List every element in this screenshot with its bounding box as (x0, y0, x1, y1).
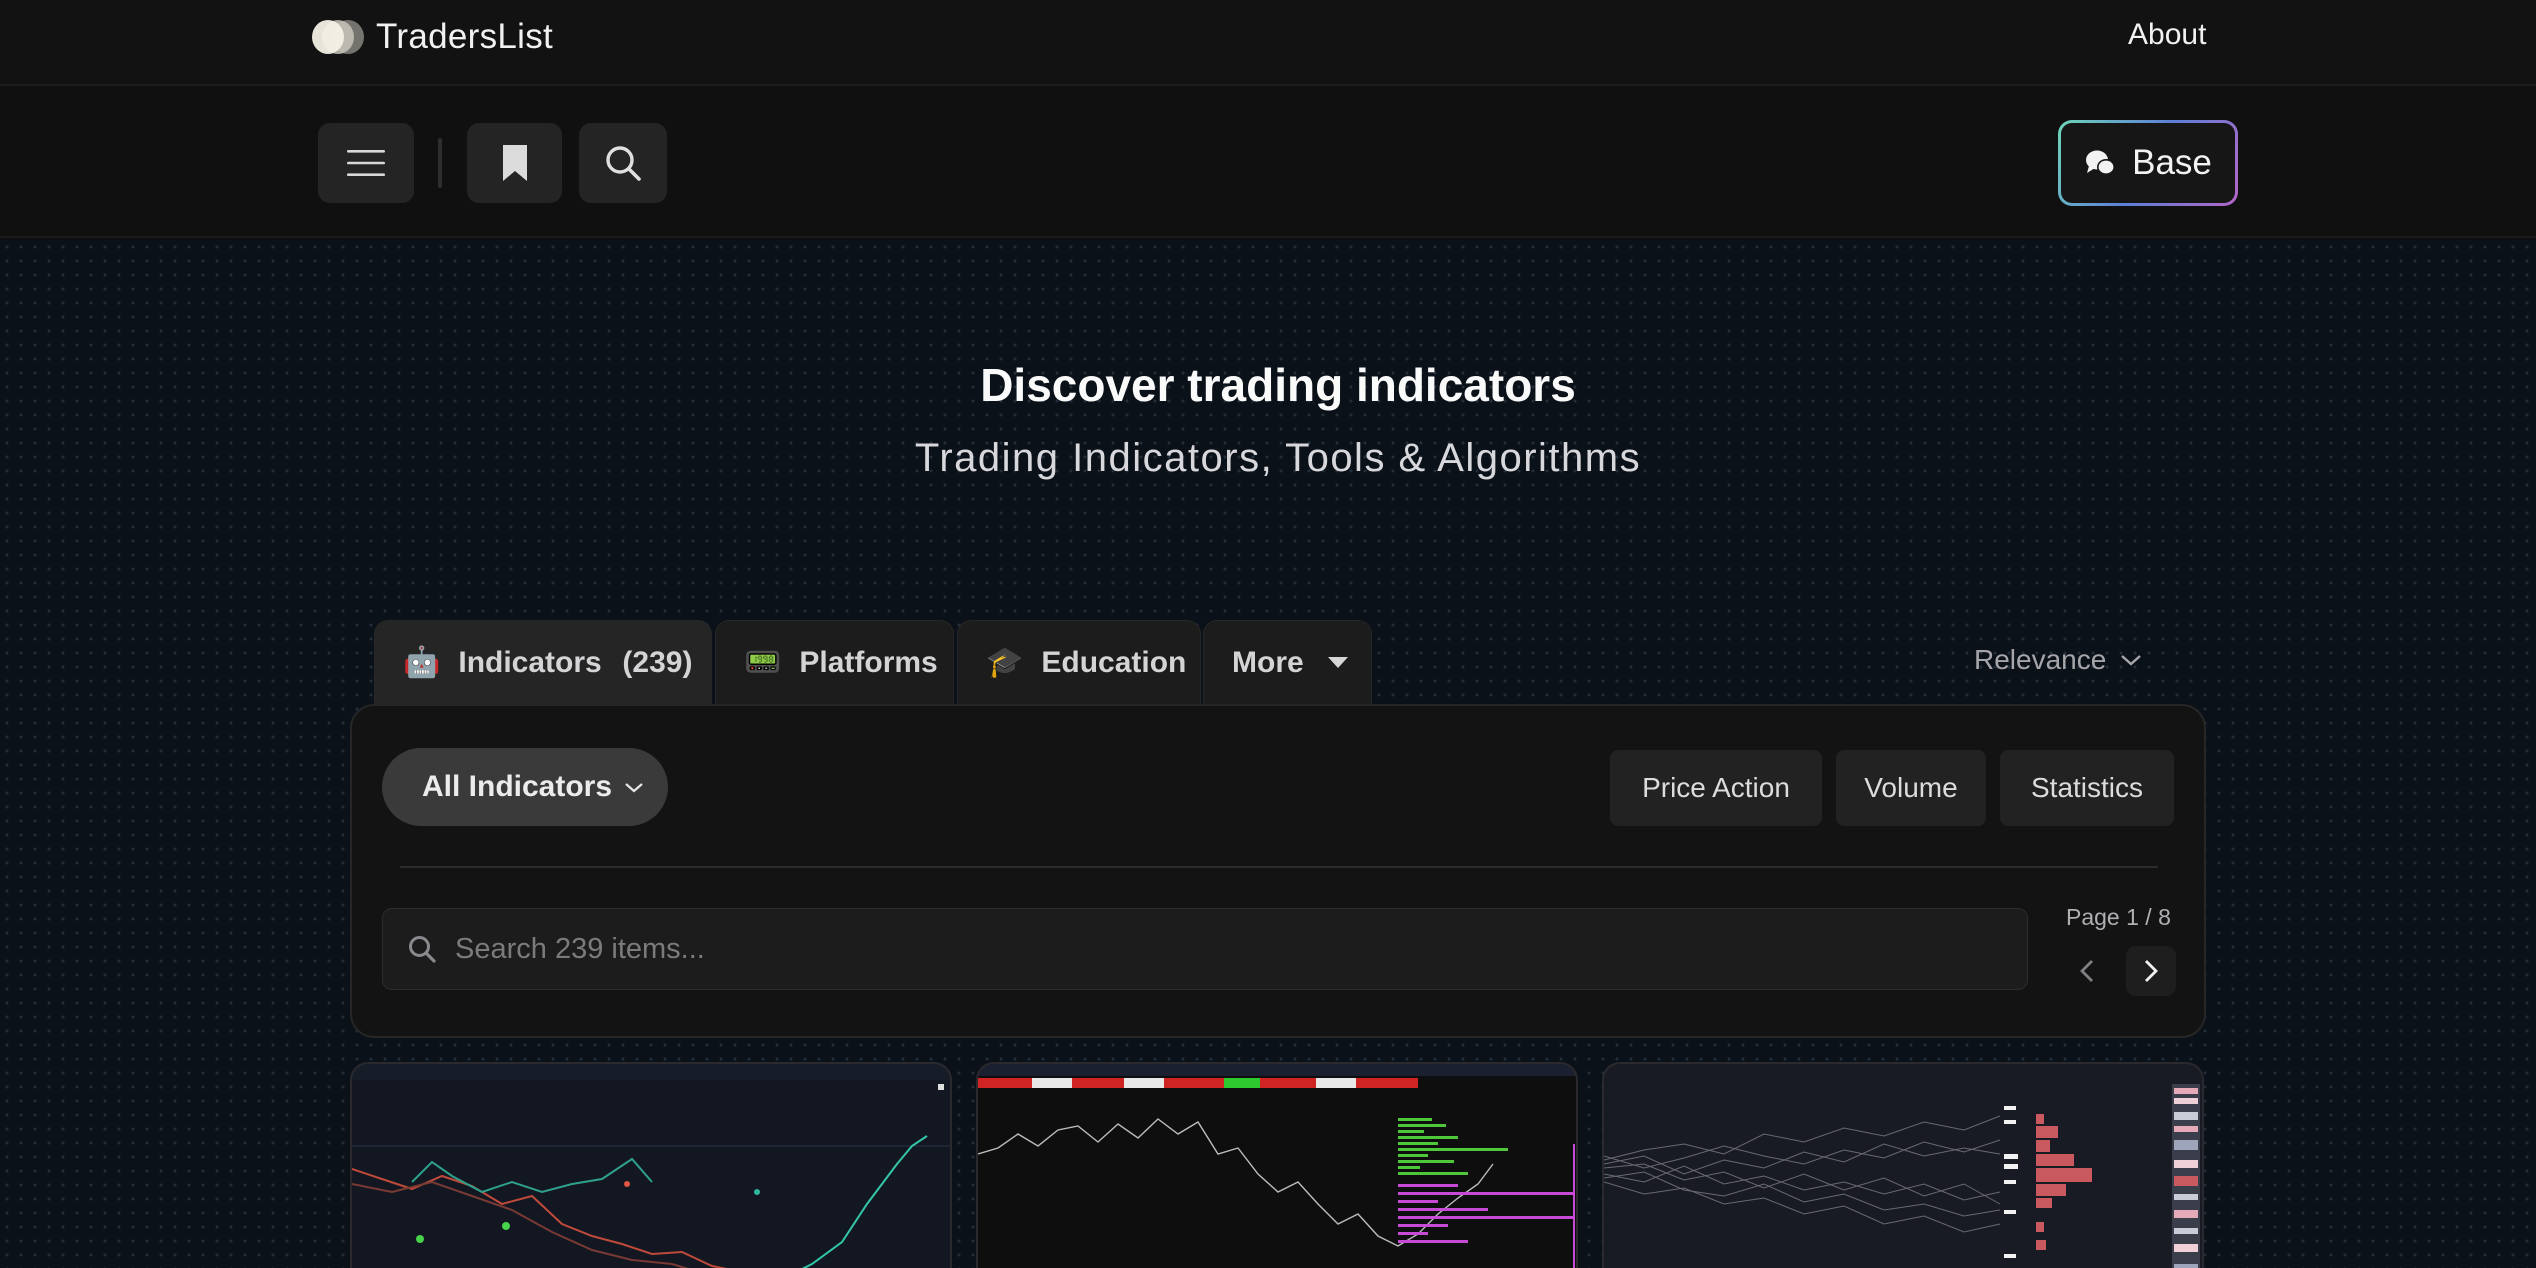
graduation-cap-icon: 🎓 (986, 646, 1024, 679)
tab-more[interactable]: More (1203, 620, 1372, 704)
tab-label: Platforms (799, 645, 938, 679)
bookmark-icon (502, 145, 527, 181)
sort-dropdown[interactable]: Relevance (1974, 644, 2142, 676)
chevron-left-icon (2080, 960, 2093, 982)
base-label: Base (2132, 143, 2212, 182)
page-indicator: Page 1 / 8 (2066, 904, 2171, 930)
filter-chip-volume[interactable]: Volume (1836, 750, 1986, 826)
logo-icon (312, 17, 364, 57)
search-button[interactable] (579, 123, 667, 203)
caret-down-icon (1327, 657, 1348, 668)
tab-count: (239) (622, 645, 693, 679)
filter-panel: All Indicators Price Action Volume Stati… (350, 704, 2206, 1038)
monte-carlo-histogram-thumbnail (1604, 1084, 2200, 1268)
all-indicators-label: All Indicators (422, 770, 613, 803)
tab-label: Indicators (458, 645, 602, 679)
search-field[interactable] (382, 908, 2028, 990)
pager-icon: 📟 (744, 646, 782, 679)
chevron-right-icon (2145, 960, 2158, 982)
indicator-card[interactable] (976, 1062, 1578, 1268)
divider (400, 866, 2158, 868)
tab-label: Education (1041, 645, 1187, 679)
tab-label: More (1232, 645, 1304, 679)
candlestick-chart-thumbnail (352, 1064, 950, 1268)
page-title: Discover trading indicators (980, 359, 1576, 411)
indicator-card[interactable] (350, 1062, 952, 1268)
search-input[interactable] (455, 932, 1955, 966)
base-button[interactable]: Base (2058, 120, 2238, 206)
search-icon (606, 146, 641, 181)
tab-platforms[interactable]: 📟 Platforms (715, 620, 954, 704)
about-link[interactable]: About (2128, 18, 2206, 52)
brand-name: TradersList (376, 17, 554, 56)
tab-indicators[interactable]: 🤖 Indicators (239) (374, 620, 712, 704)
search-icon (409, 936, 436, 963)
filter-chip-price-action[interactable]: Price Action (1610, 750, 1822, 826)
hamburger-icon (347, 150, 385, 176)
indicator-card[interactable] (1602, 1062, 2204, 1268)
chat-bubbles-icon (2086, 150, 2116, 175)
all-indicators-dropdown[interactable]: All Indicators (382, 748, 668, 826)
toolbar-divider (438, 138, 442, 188)
page-subtitle: Trading Indicators, Tools & Algorithms (914, 436, 1642, 480)
chevron-down-icon (2121, 655, 2142, 666)
bookmarks-button[interactable] (467, 123, 562, 203)
menu-button[interactable] (318, 123, 414, 203)
brand-link[interactable]: TradersList (312, 14, 553, 60)
filter-chip-statistics[interactable]: Statistics (2000, 750, 2174, 826)
robot-icon: 🤖 (403, 646, 441, 679)
price-ladder-thumbnail (978, 1064, 1576, 1268)
top-bar: TradersList About (0, 0, 2536, 86)
chevron-down-icon (625, 783, 643, 793)
next-page-button[interactable] (2126, 946, 2176, 996)
sort-label: Relevance (1974, 644, 2107, 675)
tab-education[interactable]: 🎓 Education (957, 620, 1201, 704)
toolbar: Base (0, 86, 2536, 238)
prev-page-button[interactable] (2062, 946, 2112, 996)
